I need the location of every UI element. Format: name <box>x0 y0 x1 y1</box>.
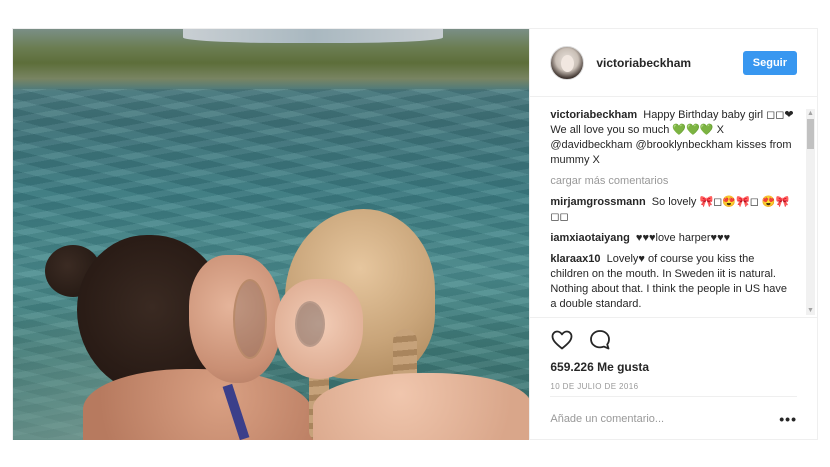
header-username[interactable]: victoriabeckham <box>596 56 742 70</box>
scrollbar-thumb[interactable] <box>807 119 814 149</box>
comment-username[interactable]: mirjamgrossmann <box>550 196 645 208</box>
comments-scrollbar[interactable]: ▲ ▼ <box>806 109 815 315</box>
likes-count[interactable]: 659.226 Me gusta <box>550 360 797 374</box>
comment-item: iamxiaotaiyang ♥♥♥love harper♥♥♥ <box>550 231 795 246</box>
post-actions: 659.226 Me gusta 10 DE JULIO DE 2016 ••• <box>530 317 817 439</box>
caption: victoriabeckham Happy Birthday baby girl… <box>550 108 795 168</box>
photo-woman-sunglasses <box>233 279 267 359</box>
comment-username[interactable]: iamxiaotaiyang <box>550 232 629 244</box>
action-icons <box>550 328 797 352</box>
add-comment-bar: ••• <box>550 396 797 440</box>
speech-bubble-icon[interactable] <box>588 328 612 352</box>
comment-input[interactable] <box>550 412 780 425</box>
comment-username[interactable]: klaraax10 <box>550 253 600 265</box>
photo-girl-sunglasses <box>295 301 325 347</box>
follow-button[interactable]: Seguir <box>742 50 797 75</box>
avatar[interactable] <box>550 45 585 80</box>
load-more-comments-link[interactable]: cargar más comentarios <box>550 174 795 189</box>
post-side-panel: victoriabeckham Seguir victoriabeckham H… <box>529 29 817 440</box>
scroll-down-arrow-icon[interactable]: ▼ <box>806 306 815 315</box>
photo-sky <box>183 29 443 43</box>
comment-item: klaraax10 Lovely♥ of course you kiss the… <box>550 252 795 312</box>
heart-outline-icon[interactable] <box>550 328 574 352</box>
post-photo[interactable] <box>13 29 530 440</box>
instagram-post: victoriabeckham Seguir victoriabeckham H… <box>12 28 818 440</box>
comment-item: mirjamgrossmann So lovely 🎀◻😍🎀◻ 😍🎀 ◻◻ <box>550 195 795 225</box>
comment-text: ♥♥♥love harper♥♥♥ <box>635 232 731 244</box>
comments-list: victoriabeckham Happy Birthday baby girl… <box>530 98 817 316</box>
caption-username[interactable]: victoriabeckham <box>550 109 637 121</box>
post-date[interactable]: 10 DE JULIO DE 2016 <box>550 382 797 391</box>
scroll-up-arrow-icon[interactable]: ▲ <box>806 109 815 118</box>
post-header: victoriabeckham Seguir <box>530 29 817 97</box>
more-options-icon[interactable]: ••• <box>779 411 797 427</box>
photo-girl-body <box>313 373 530 440</box>
